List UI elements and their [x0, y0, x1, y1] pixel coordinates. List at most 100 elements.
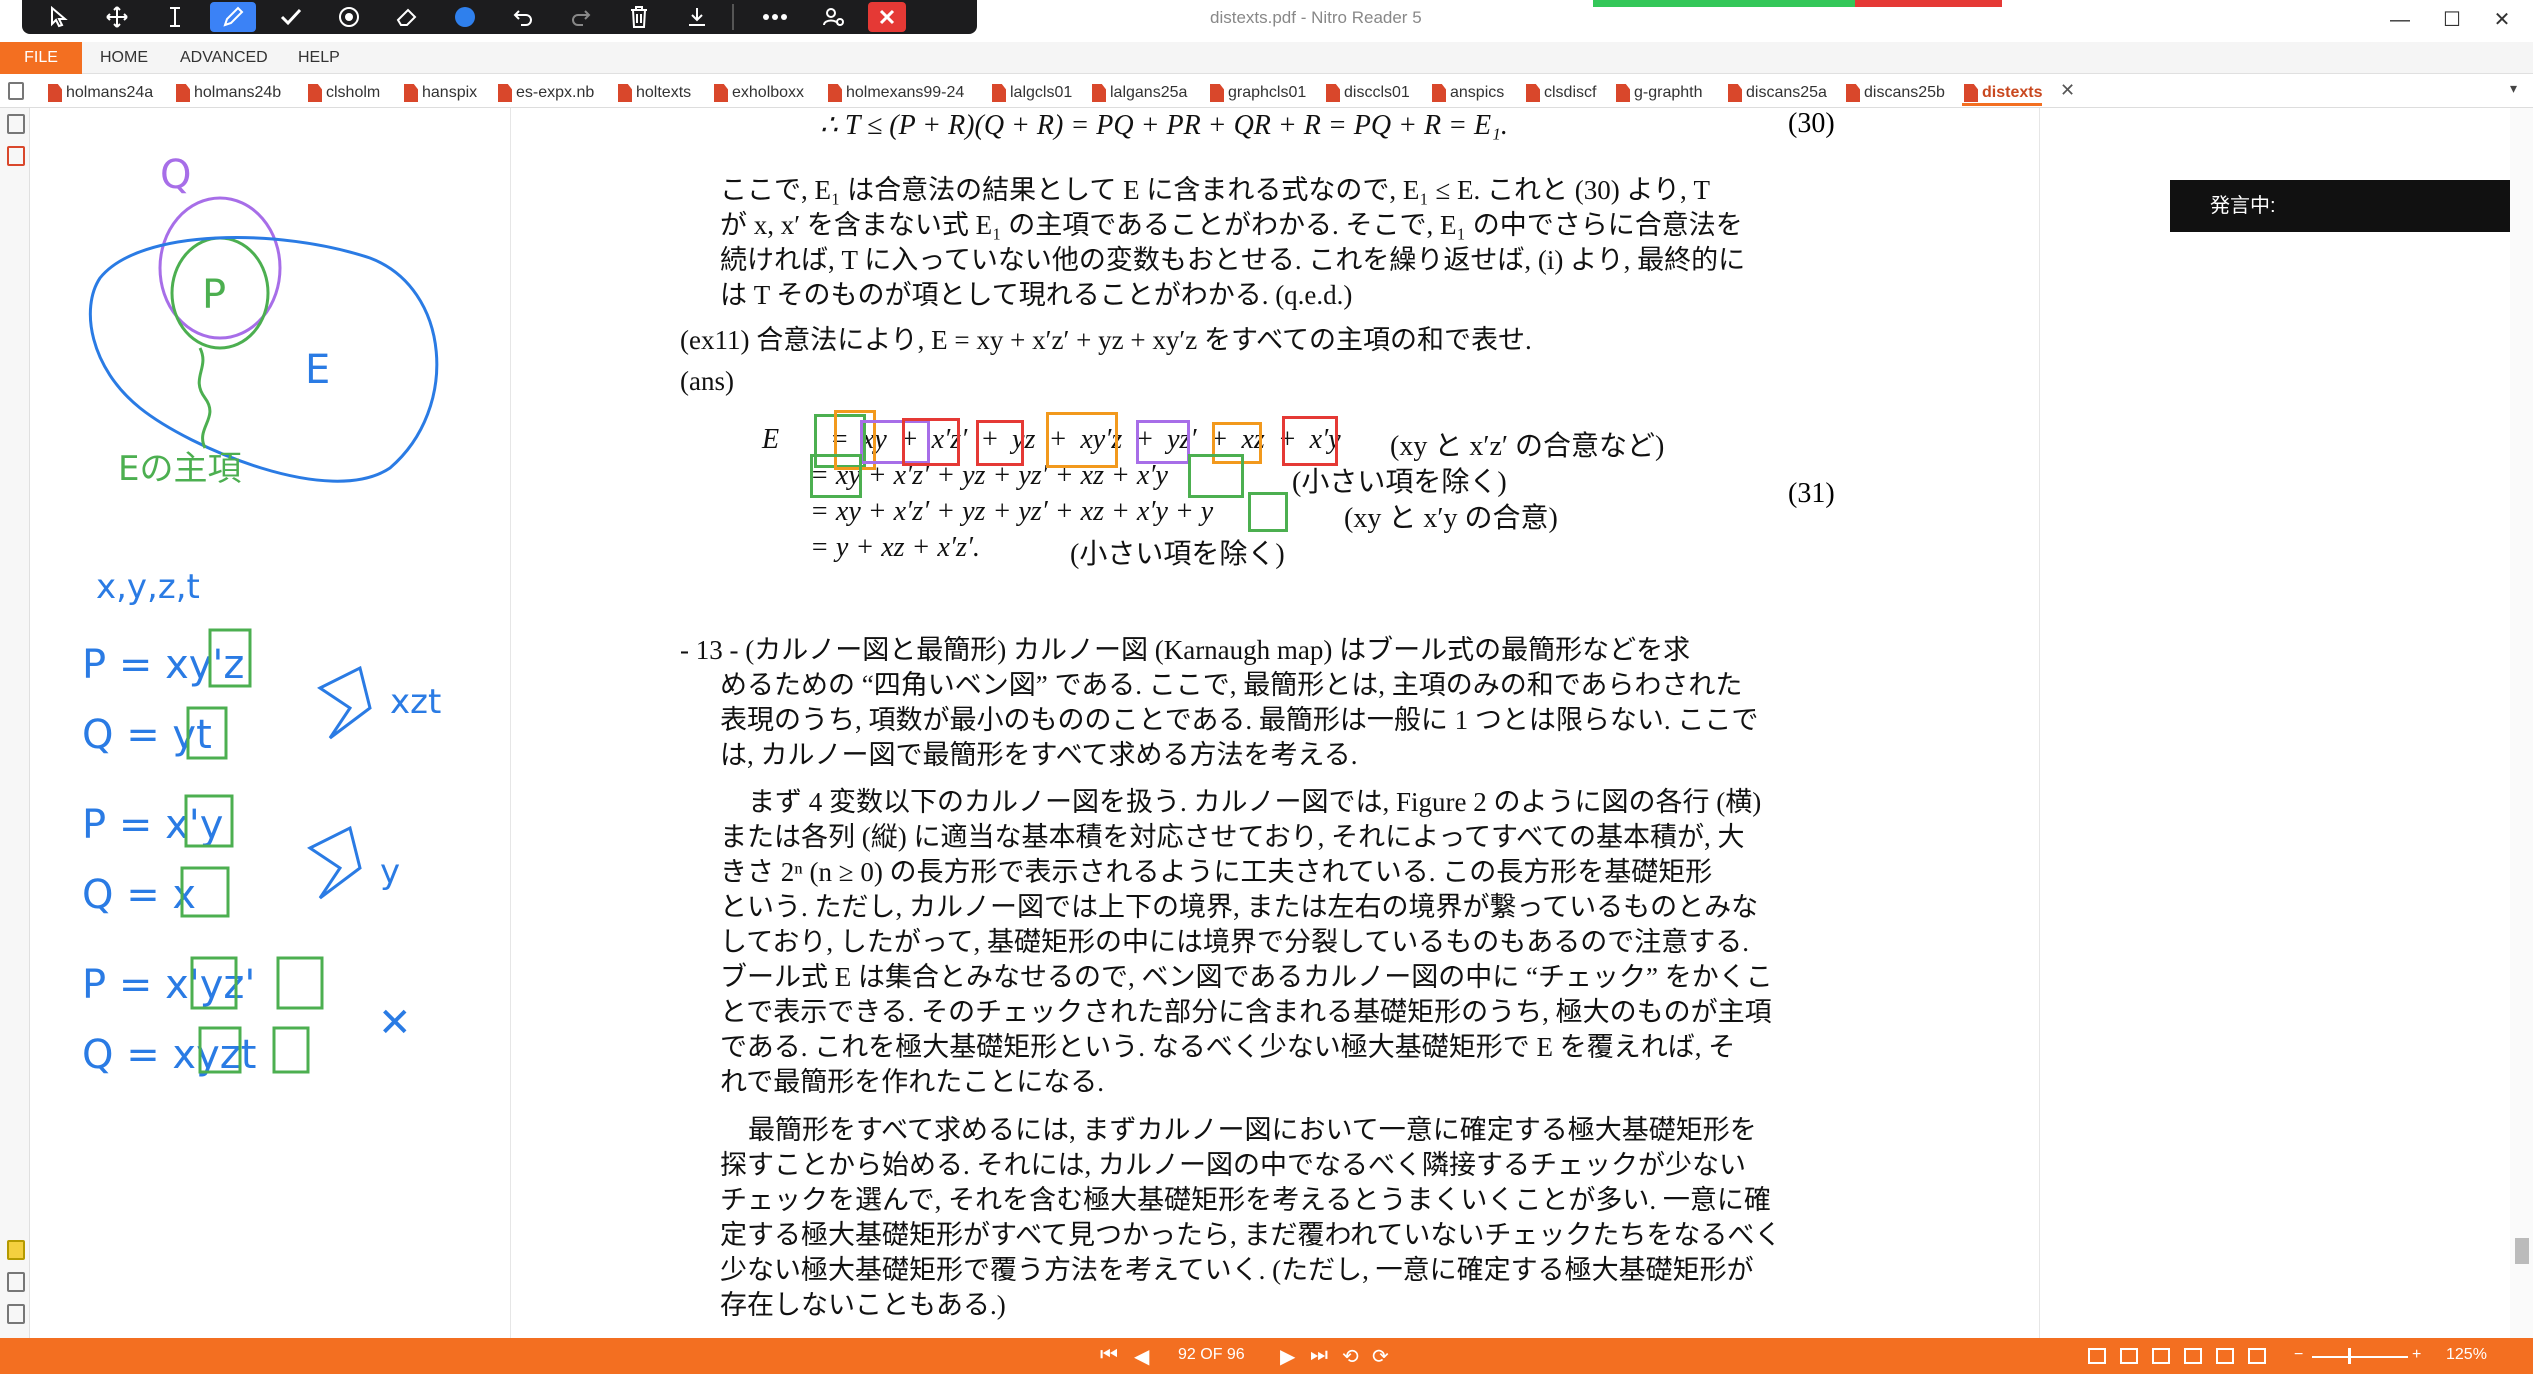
- thumbnails-icon[interactable]: [7, 114, 25, 134]
- undo-icon[interactable]: [500, 2, 546, 32]
- sec13-line1: - 13 - (カルノー図と最簡形) カルノー図 (Karnaugh map) …: [680, 635, 1691, 665]
- progress-bar-green: [1593, 0, 1855, 7]
- facing-continuous-view-icon[interactable]: [2184, 1348, 2202, 1364]
- tab-g-graphth[interactable]: g-graphth: [1614, 80, 1703, 106]
- tab-close-icon[interactable]: ✕: [2060, 80, 2075, 101]
- maximize-button[interactable]: ☐: [2432, 4, 2472, 36]
- eraser-icon[interactable]: [384, 2, 430, 32]
- prev-page-icon[interactable]: ◀: [1134, 1344, 1149, 1369]
- color-dot-icon[interactable]: [442, 2, 488, 32]
- tab-hanspix[interactable]: hanspix: [402, 80, 477, 106]
- tab-clsdiscf[interactable]: clsdiscf: [1524, 80, 1596, 106]
- row1-ink: P = xy'z: [82, 642, 244, 688]
- back-view-icon[interactable]: ⟲: [1342, 1344, 1359, 1369]
- arrow2-icon: [307, 825, 362, 900]
- user-settings-icon[interactable]: [810, 2, 856, 32]
- advanced-menu[interactable]: ADVANCED: [180, 42, 268, 74]
- home-menu[interactable]: HOME: [100, 42, 148, 74]
- tab-holmans24a[interactable]: holmans24a: [46, 80, 153, 106]
- tabs-dropdown-icon[interactable]: ▾: [2510, 80, 2517, 97]
- first-page-icon[interactable]: ⏮: [1100, 1344, 1118, 1367]
- row3-ink: P = x'y: [82, 802, 223, 848]
- sec13-line4: は, カルノー図で最簡形をすべて求める方法を考える.: [720, 740, 1358, 770]
- zoom-out-button[interactable]: −: [2294, 1346, 2303, 1364]
- tab-lalgans25a[interactable]: lalgans25a: [1090, 80, 1187, 106]
- p2-line4: という. ただし, カルノー図では上下の境界, または左右の境界が繋っているもの…: [720, 892, 1759, 922]
- e-label-ink: E: [305, 347, 330, 393]
- stamp-icon[interactable]: [326, 2, 372, 32]
- redo-icon[interactable]: [558, 2, 604, 32]
- p2-line7: とで表示できる. そのチェックされた部分に含まれる基礎矩形のうち, 極大のものが…: [720, 997, 1772, 1027]
- tab-exholboxx[interactable]: exholboxx: [712, 80, 804, 106]
- tab-anspics[interactable]: anspics: [1430, 80, 1504, 106]
- document-viewer[interactable]: Q P E Eの主項 x,y,z,t P = xy'z Q = yt xzt P…: [30, 108, 2510, 1338]
- fit-width-icon[interactable]: [2248, 1348, 2266, 1364]
- p1-line2: が x, x′ を含まない式 E₁ の主項であることがわかる. そこで, E₁ …: [720, 210, 1743, 240]
- text-cursor-icon[interactable]: [152, 2, 198, 32]
- scrollbar-thumb[interactable]: [2515, 1238, 2529, 1264]
- p-label-ink: P: [202, 272, 226, 318]
- p2-line9: れで最簡形を作れたことになる.: [720, 1067, 1104, 1097]
- zoom-level[interactable]: 125%: [2446, 1346, 2487, 1364]
- p3-line2: 探すことから始める. それには, カルノー図の中でなるべく隣接するチェックが少な…: [720, 1150, 1746, 1180]
- zoom-slider[interactable]: [2312, 1356, 2408, 1358]
- p2-line1: まず 4 変数以下のカルノー図を扱う. カルノー図では, Figure 2 のよ…: [748, 787, 1762, 817]
- facing-view-icon[interactable]: [2152, 1348, 2170, 1364]
- row6-box2-ink: [272, 1026, 310, 1074]
- forward-view-icon[interactable]: ⟳: [1372, 1344, 1389, 1369]
- zoom-slider-thumb[interactable]: [2348, 1348, 2351, 1364]
- layers-icon[interactable]: [7, 1304, 25, 1324]
- tab-graphcls01[interactable]: graphcls01: [1208, 80, 1306, 106]
- attachments-icon[interactable]: [7, 1272, 25, 1292]
- tab-discans25b[interactable]: discans25b: [1844, 80, 1945, 106]
- cross-ink: ✕: [378, 1000, 412, 1046]
- caption-ink: Eの主項: [118, 449, 241, 489]
- tab-holmans24b[interactable]: holmans24b: [174, 80, 281, 106]
- p2-line8: である. これを極大基礎矩形という. なるべく少ない極大基礎矩形で E を覆えれ…: [720, 1032, 1736, 1062]
- minimize-button[interactable]: —: [2380, 4, 2420, 36]
- squiggle-ink: [197, 347, 212, 449]
- continuous-view-icon[interactable]: [2120, 1348, 2138, 1364]
- help-menu[interactable]: HELP: [298, 42, 340, 74]
- delete-icon[interactable]: [616, 2, 662, 32]
- tab-lalgcls01[interactable]: lalgcls01: [990, 80, 1072, 106]
- eq-lhs: E: [762, 424, 780, 455]
- close-window-button[interactable]: ✕: [2482, 4, 2522, 36]
- q-label-ink: Q: [160, 152, 191, 198]
- close-icon[interactable]: [868, 2, 906, 32]
- document-tabs: holmans24a holmans24b clsholm hanspix es…: [0, 74, 2533, 108]
- eq31-number: (31): [1788, 478, 1835, 509]
- p3-line3: チェックを選んで, それを含む極大基礎矩形を考えるとうまくいくことが多い. 一意…: [720, 1185, 1771, 1215]
- status-bar: ⏮ ◀ 92 OF 96 ▶ ⏭ ⟲ ⟳ − + 125%: [0, 1338, 2533, 1374]
- page-icon[interactable]: [8, 82, 24, 100]
- tab-holtexts[interactable]: holtexts: [616, 80, 691, 106]
- ink-box-red-xy: [1282, 416, 1338, 466]
- eq-note3: (xy と x′y の合意): [1344, 503, 1558, 534]
- pen-icon[interactable]: [210, 2, 256, 32]
- page-counter[interactable]: 92 OF 96: [1178, 1346, 1245, 1364]
- bookmarks-icon[interactable]: [7, 146, 25, 166]
- comments-icon[interactable]: [7, 1240, 25, 1260]
- tab-es-expx[interactable]: es-expx.nb: [496, 80, 594, 106]
- move-icon[interactable]: [94, 2, 140, 32]
- tab-disccls01[interactable]: disccls01: [1324, 80, 1410, 106]
- row4-ink: Q = x: [82, 872, 196, 918]
- tab-distexts[interactable]: distexts: [1962, 80, 2043, 106]
- cursor-icon[interactable]: [36, 2, 82, 32]
- zoom-in-button[interactable]: +: [2412, 1346, 2421, 1364]
- p3-line4: 定する極大基礎矩形がすべて見つかったら, まだ覆われていないチェックたちをなるべ…: [720, 1220, 1782, 1250]
- download-icon[interactable]: [674, 2, 720, 32]
- single-page-view-icon[interactable]: [2088, 1348, 2106, 1364]
- more-icon[interactable]: [752, 2, 798, 32]
- next-page-icon[interactable]: ▶: [1280, 1344, 1295, 1369]
- vertical-scrollbar[interactable]: [2510, 108, 2533, 1338]
- fit-page-icon[interactable]: [2216, 1348, 2234, 1364]
- p3-line5: 少ない極大基礎矩形で覆う方法を考えていく. (ただし, 一意に確定する極大基礎矩…: [720, 1255, 1754, 1285]
- tab-discans25a[interactable]: discans25a: [1726, 80, 1827, 106]
- tab-holmexans99-24[interactable]: holmexans99-24: [826, 80, 964, 106]
- tab-clsholm[interactable]: clsholm: [306, 80, 380, 106]
- last-page-icon[interactable]: ⏭: [1310, 1344, 1328, 1367]
- file-menu[interactable]: FILE: [0, 42, 82, 74]
- check-icon[interactable]: [268, 2, 314, 32]
- p2-line6: ブール式 E は集合とみなせるので, ベン図であるカルノー図の中に “チェック”…: [720, 962, 1773, 992]
